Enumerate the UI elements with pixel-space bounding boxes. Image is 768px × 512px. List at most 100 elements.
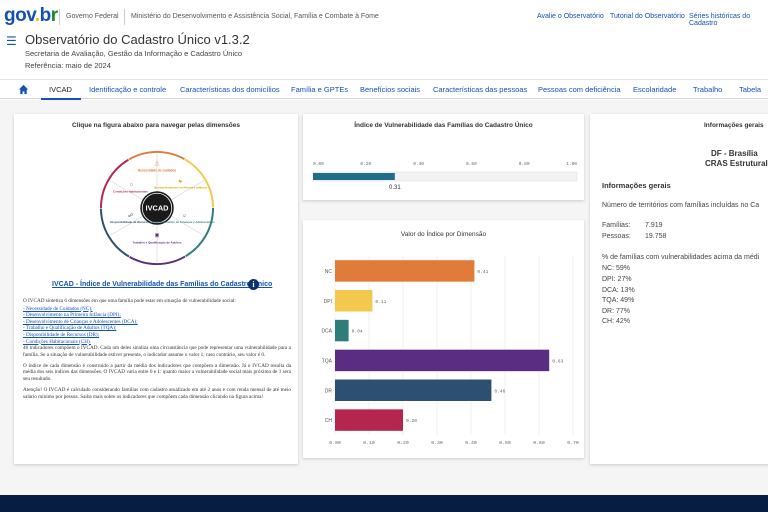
gov-logo[interactable]: gov.br bbox=[4, 5, 58, 27]
territories-text: Número de territórios com famílias inclu… bbox=[602, 202, 760, 209]
tab-domicilios[interactable]: Características dos domicílios bbox=[180, 85, 280, 94]
pct-tqa: TQA: 49% bbox=[602, 297, 635, 304]
paragraph-attention: Atenção! O IVCAD é calculado considerand… bbox=[23, 387, 291, 400]
pessoas-label: Pessoas: bbox=[602, 233, 631, 240]
app-header: ☰ Observatório do Cadastro Único v1.3.2 … bbox=[0, 32, 768, 78]
gauge-tick-label: 0.00 bbox=[313, 161, 324, 167]
ivcad-card-title: Clique na figura abaixo para navegar pel… bbox=[72, 122, 240, 129]
dim-link-tqa[interactable]: - Trabalho e Qualificação de Adultos (TQ… bbox=[23, 325, 291, 332]
category-label: NC bbox=[325, 269, 333, 275]
wheel-label-ch: Condições Habitacionais bbox=[113, 189, 148, 193]
tab-bar: IVCAD Identificação e controle Caracterí… bbox=[0, 79, 768, 100]
gov-bar: gov.br Governo Federal Ministério do Des… bbox=[0, 0, 768, 34]
data-label: 0.11 bbox=[375, 299, 386, 305]
bar-ch bbox=[335, 409, 403, 431]
wheel-label-tqa: Trabalho e Qualificação de Adultos bbox=[133, 240, 182, 244]
ministry-name[interactable]: Ministério do Desenvolvimento e Assistên… bbox=[131, 13, 379, 20]
category-label: DCA bbox=[321, 329, 332, 335]
wheel-label-nc: Necessidade de cuidados bbox=[138, 169, 176, 173]
tab-beneficios[interactable]: Benefícios sociais bbox=[360, 85, 420, 94]
tab-tabela[interactable]: Tabela bbox=[739, 85, 761, 94]
intro-text: O IVCAD sintetiza 6 dimensões em que uma… bbox=[23, 298, 236, 304]
menu-icon[interactable]: ☰ bbox=[6, 34, 17, 48]
wheel-label-dca: Desenvolvimento de Crianças e Adolescent… bbox=[151, 220, 215, 224]
pct-title: % de famílias com vulnerabilidades acima… bbox=[602, 254, 760, 261]
category-label: DR bbox=[325, 388, 333, 394]
familias-value: 7.919 bbox=[645, 222, 663, 229]
dim-link-dpi[interactable]: - Desenvolvimento na Primeira Infância (… bbox=[23, 312, 291, 319]
ivcad-gauge: 0.00 0.20 0.40 0.60 0.80 1.00 0.31 bbox=[312, 161, 577, 191]
dimension-bar-chart: 0.00 0.10 0.20 0.30 0.40 0.50 0.60 0.70 NC 0.41 DP… bbox=[321, 256, 579, 446]
pct-dca: DCA: 13% bbox=[602, 287, 635, 294]
divider bbox=[59, 9, 60, 25]
bar-dca bbox=[335, 319, 349, 342]
divider bbox=[124, 9, 125, 25]
data-label: 0.46 bbox=[494, 388, 505, 394]
home-icon[interactable] bbox=[18, 84, 29, 95]
house-icon: ⌂ bbox=[130, 182, 133, 187]
gauge-tick-label: 0.40 bbox=[413, 161, 424, 167]
pct-ch: CH: 42% bbox=[602, 318, 631, 325]
baby-icon: ☯ bbox=[178, 178, 183, 184]
gauge-fill bbox=[313, 173, 395, 180]
bar-nc bbox=[335, 260, 475, 282]
tab-ivcad[interactable]: IVCAD bbox=[49, 85, 72, 94]
category-label: CH bbox=[325, 418, 333, 424]
dim-link-ch[interactable]: - Condições Habitacionais (CH). bbox=[23, 339, 291, 346]
link-avalie[interactable]: Avalie o Observatório bbox=[537, 13, 604, 20]
x-tick-label: 0.00 bbox=[329, 440, 341, 446]
general-info-title: Informações gerais bbox=[704, 122, 764, 129]
data-label: 0.04 bbox=[352, 329, 363, 335]
children-icon: ☺ bbox=[182, 214, 187, 219]
logo-gov: gov bbox=[4, 5, 35, 26]
paragraph-method: O índice de cada dimensão é construído a… bbox=[23, 362, 291, 383]
ivcad-description: O IVCAD sintetiza 6 dimensões em que uma… bbox=[23, 298, 291, 405]
footer-bar bbox=[0, 495, 768, 512]
gauge-tick-label: 0.20 bbox=[360, 161, 371, 167]
logo-b: b bbox=[39, 5, 52, 26]
pct-dr: DR: 77% bbox=[602, 308, 631, 315]
gauge-card-title: Índice de Vulnerabilidade das Famílias d… bbox=[354, 122, 533, 129]
briefcase-icon: ▣ bbox=[155, 233, 160, 239]
x-tick-label: 0.20 bbox=[397, 440, 409, 446]
pessoas-value: 19.758 bbox=[645, 233, 667, 240]
wheel-label-dr: Disponibilidade de Recursos bbox=[110, 220, 151, 224]
bar-dpi bbox=[335, 290, 373, 312]
tab-identificacao[interactable]: Identificação e controle bbox=[89, 85, 166, 94]
link-series[interactable]: Séries históricas do Cadastro bbox=[689, 13, 768, 27]
logo-r: r bbox=[50, 5, 58, 26]
x-tick-label: 0.30 bbox=[431, 440, 443, 446]
link-tutorial[interactable]: Tutorial do Observatório bbox=[610, 13, 685, 20]
x-tick-label: 0.60 bbox=[533, 440, 545, 446]
category-label: TQA bbox=[322, 358, 333, 364]
dim-link-dr[interactable]: - Disponibilidade de Recursos (DR); bbox=[23, 332, 291, 339]
familias-label: Famílias: bbox=[602, 222, 631, 229]
cras-name: CRAS Estrutural bbox=[705, 159, 768, 168]
data-label: 0.20 bbox=[406, 418, 417, 424]
x-tick-label: 0.50 bbox=[499, 440, 511, 446]
place-name: DF - Brasília bbox=[711, 149, 758, 158]
tab-escolaridade[interactable]: Escolaridade bbox=[633, 85, 676, 94]
gov-org[interactable]: Governo Federal bbox=[66, 13, 119, 20]
page-subtitle: Secretaria de Avaliação, Gestão da Infor… bbox=[25, 49, 243, 58]
wheel-label-dpi: Desenvolvimento na Primeira Infância bbox=[154, 185, 207, 189]
bar-dr bbox=[335, 379, 492, 401]
data-label: 0.41 bbox=[477, 269, 488, 275]
tab-familia[interactable]: Família e GPTEs bbox=[291, 85, 348, 94]
page-title: Observatório do Cadastro Único v1.3.2 bbox=[25, 32, 250, 47]
x-tick-label: 0.70 bbox=[567, 440, 579, 446]
section-heading: Informações gerais bbox=[602, 181, 671, 190]
ivcad-wheel[interactable]: IVCAD Necessidade de cuidados Desenvolvi… bbox=[98, 149, 216, 267]
category-label: DPI bbox=[324, 299, 332, 305]
tab-deficiencia[interactable]: Pessoas com deficiência bbox=[538, 85, 621, 94]
gauge-value-label: 0.31 bbox=[389, 185, 401, 191]
info-icon[interactable]: i bbox=[248, 279, 259, 290]
tab-trabalho[interactable]: Trabalho bbox=[693, 85, 722, 94]
ivcad-title-link[interactable]: IVCAD - Índice de Vulnerabilidade das Fa… bbox=[52, 281, 272, 288]
pct-dpi: DPI: 27% bbox=[602, 276, 632, 283]
warning-icon: ⚠ bbox=[154, 161, 160, 168]
reference-date: Referência: maio de 2024 bbox=[25, 61, 111, 70]
x-tick-label: 0.40 bbox=[465, 440, 477, 446]
tab-pessoas[interactable]: Características das pessoas bbox=[433, 85, 527, 94]
x-tick-label: 0.10 bbox=[363, 440, 375, 446]
